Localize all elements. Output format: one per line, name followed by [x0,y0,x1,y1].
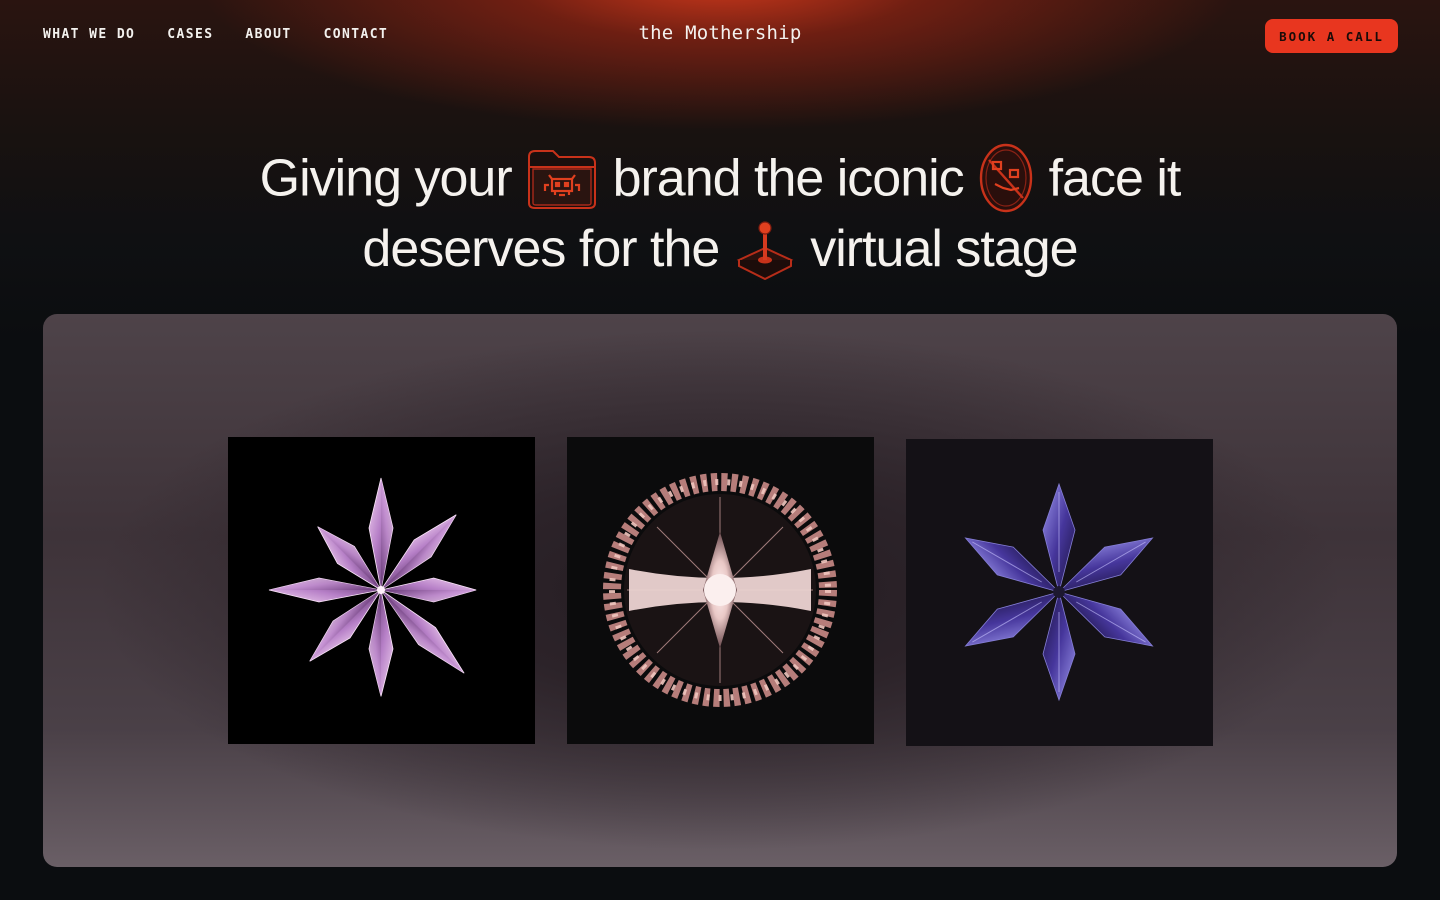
crystal-ring-portal-image[interactable] [567,437,874,744]
brand-logo[interactable]: the Mothership [0,22,1440,44]
hero-headline: Giving your brand the iconic face it des… [0,143,1440,284]
hero-text-4: deserves for the [362,220,720,278]
joystick-icon [733,216,797,281]
hero-text-1: Giving your [259,149,513,208]
pixel-face-icon [977,142,1035,214]
showcase-panel [43,314,1397,867]
hero-text-3: face it [1048,149,1182,208]
hero-line-2: deserves for the virtual stage [0,218,1440,284]
violet-crystal-star-image[interactable] [906,439,1213,746]
top-nav: WHAT WE DO CASES ABOUT CONTACT the Mothe… [0,0,1440,70]
pink-crystal-star-image[interactable] [228,437,535,744]
hero-text-5: virtual stage [810,220,1078,278]
brand-name: the Mothership [638,22,802,44]
book-a-call-button[interactable]: BOOK A CALL [1265,19,1398,53]
hero-line-1: Giving your brand the iconic face it [0,143,1440,218]
hero-text-2: brand the iconic [612,149,965,208]
folder-invader-icon [525,145,599,211]
